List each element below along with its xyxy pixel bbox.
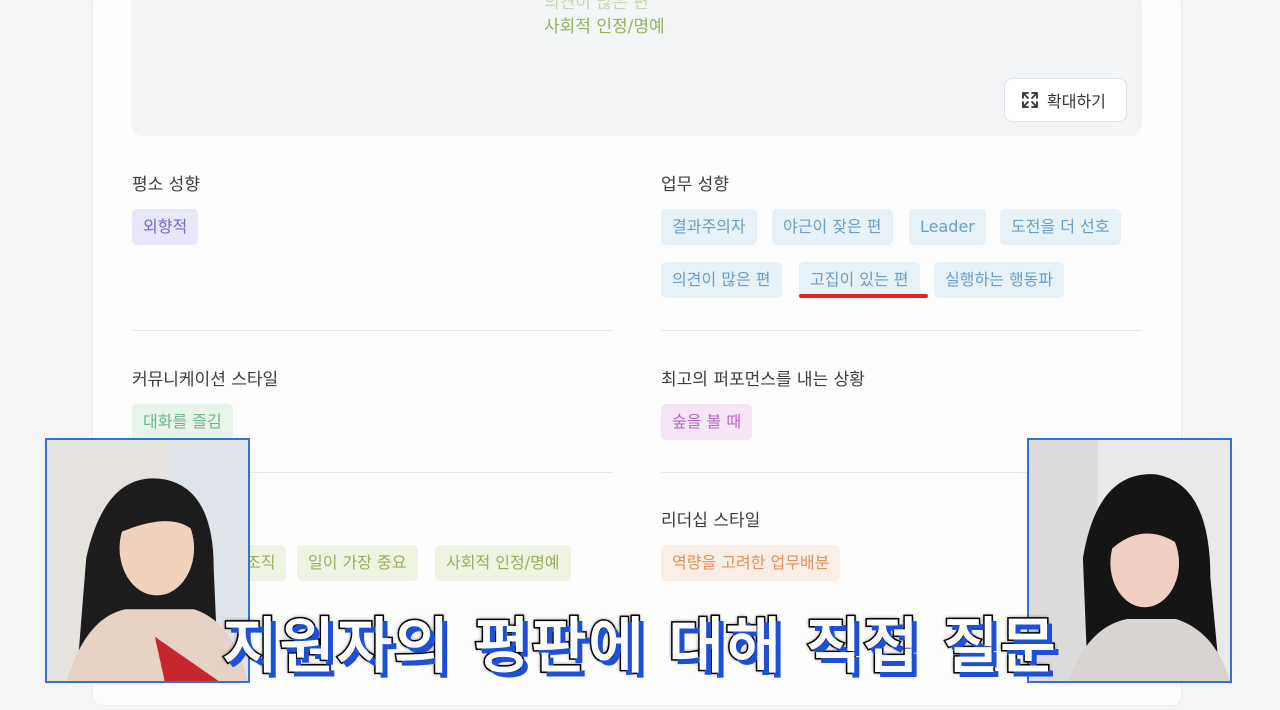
- highlight-underline: [799, 294, 928, 298]
- work-tag: 결과주의자: [661, 209, 757, 245]
- work-tag: 야근이 잦은 편: [772, 209, 893, 245]
- zoom-button[interactable]: 확대하기: [1004, 78, 1127, 122]
- divider: [132, 330, 613, 331]
- divider: [661, 330, 1142, 331]
- performance-title: 최고의 퍼포먼스를 내는 상황: [661, 370, 865, 390]
- communication-title: 커뮤니케이션 스타일: [132, 370, 279, 390]
- communication-tag: 대화를 즐김: [132, 404, 233, 440]
- personality-title: 평소 성향: [132, 175, 200, 195]
- values-tag: 일이 가장 중요: [297, 545, 418, 581]
- work-tag: 실행하는 행동파: [934, 262, 1065, 298]
- zoom-button-label: 확대하기: [1047, 92, 1106, 111]
- video-caption: 지원자의 평판에 대해 직접 질문: [221, 611, 1058, 684]
- work-title: 업무 성향: [661, 175, 729, 195]
- work-tag: 고집이 있는 편: [799, 262, 920, 298]
- work-tag: Leader: [909, 209, 986, 245]
- work-tag: 도전을 더 선호: [1000, 209, 1121, 245]
- leadership-tag: 역량을 고려한 업무배분: [661, 545, 841, 581]
- expand-icon: [1022, 92, 1038, 108]
- work-tag: 의견이 많은 편: [661, 262, 782, 298]
- leadership-title: 리더십 스타일: [661, 511, 761, 531]
- values-tag: 사회적 인정/명예: [435, 545, 571, 581]
- personality-tag: 외향적: [132, 209, 199, 245]
- chart-label: 사회적 인정/명예: [544, 17, 665, 37]
- performance-tag: 숲을 볼 때: [661, 404, 753, 440]
